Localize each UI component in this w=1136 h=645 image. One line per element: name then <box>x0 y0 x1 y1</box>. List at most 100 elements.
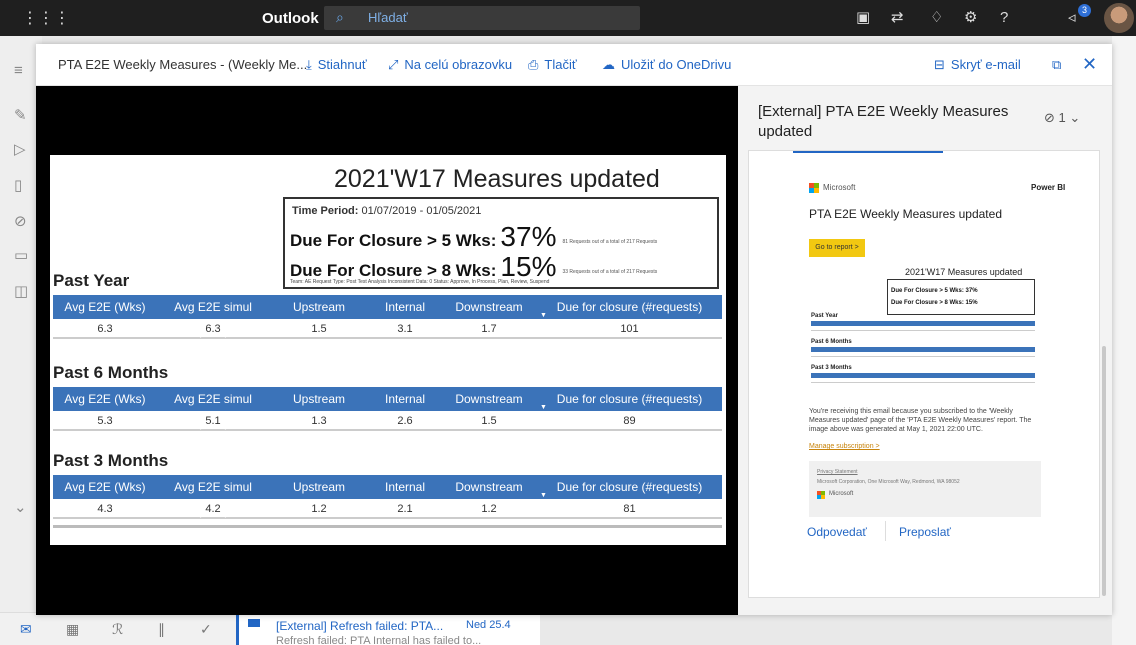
selection-bar <box>236 613 239 645</box>
header-upstream: Upstream <box>292 480 345 494</box>
cell: 1.5 <box>311 323 327 335</box>
report-title: 2021'W17 Measures updated <box>334 165 660 193</box>
cell: 2.6 <box>397 415 413 427</box>
report-image: 2021'W17 Measures updated Time Period: 0… <box>50 155 726 545</box>
thumb-header-bar <box>811 347 1035 352</box>
app-launcher-icon[interactable]: ⋮⋮⋮ <box>22 11 70 27</box>
attachment-number: 1 <box>1058 110 1066 125</box>
save-onedrive-label: Uložiť do OneDrivu <box>621 57 732 72</box>
cell: 2.1 <box>397 503 413 515</box>
cell: 6.3 <box>205 323 221 335</box>
search-icon: ⌕ <box>336 9 344 25</box>
company-address: Microsoft Corporation, One Microsoft Way… <box>817 479 960 485</box>
reply-button[interactable]: Odpovedať <box>807 525 867 539</box>
time-period: Time Period: 01/07/2019 - 01/05/2021 <box>292 205 481 217</box>
report-thumbnail[interactable]: 2021'W17 Measures updated Due For Closur… <box>809 267 1037 395</box>
scrollbar[interactable] <box>1102 346 1106 596</box>
header-internal: Internal <box>384 392 426 406</box>
download-button[interactable]: ⤓ Stiahnuť <box>306 57 367 73</box>
cell: 101 <box>620 323 639 335</box>
section-title: Past Year <box>53 271 130 290</box>
header-downstream: Downstream <box>455 392 523 406</box>
attachment-preview-modal: PTA E2E Weekly Measures - (Weekly Me... … <box>36 44 1112 615</box>
email-body-text: You're receiving this email because you … <box>809 408 1032 433</box>
hide-email-label: Skryť e-mail <box>950 57 1021 72</box>
download-label: Stiahnuť <box>317 57 367 72</box>
modal-toolbar: PTA E2E Weekly Measures - (Weekly Me... … <box>36 44 1112 86</box>
header-internal: Internal <box>384 480 426 494</box>
printer-icon: ⎙ <box>528 57 539 72</box>
avatar[interactable] <box>1104 3 1134 33</box>
pencil-icon[interactable]: ✎ <box>14 106 27 124</box>
thumbnail-summary: Due For Closure > 5 Wks: 37% Due For Clo… <box>887 279 1035 315</box>
summary-box: Time Period: 01/07/2019 - 01/05/2021 Due… <box>283 197 719 289</box>
go-to-report-button[interactable]: Go to report > <box>809 239 865 257</box>
chevron-down-icon[interactable]: ⌄ <box>14 498 27 516</box>
people-icon[interactable]: ℛ <box>112 621 123 638</box>
calendar-icon[interactable]: ▦ <box>66 621 79 638</box>
todo-icon[interactable]: ✓ <box>200 621 212 638</box>
hide-email-button[interactable]: ⊟ Skryť e-mail <box>934 57 1021 73</box>
privacy-link[interactable]: Privacy Statement <box>817 469 858 475</box>
header-due-for-closure: Due for closure (#requests) ▼ <box>537 475 722 499</box>
table-row: 6.3 6.3 1.5 3.1 1.7 101 <box>53 319 722 339</box>
header-avg-e2e: Avg E2E (Wks) <box>64 480 146 494</box>
file-title: PTA E2E Weekly Measures - (Weekly Me... <box>58 57 308 72</box>
forward-button[interactable]: Preposlať <box>899 525 951 539</box>
header-avg-e2e-simul: Avg E2E simul (Wks) <box>174 392 252 430</box>
due5-note: 81 Requests out of a total of 217 Reques… <box>562 238 658 245</box>
message-list-item[interactable]: [External] Refresh failed: PTA... Ned 25… <box>236 612 540 645</box>
cell: 1.3 <box>311 415 327 427</box>
bell-icon[interactable]: ♢ <box>930 9 943 27</box>
search-placeholder: Hľadať <box>368 10 408 25</box>
microsoft-logo-icon <box>809 183 819 193</box>
cell: 89 <box>623 415 636 427</box>
print-button[interactable]: ⎙ Tlačiť <box>528 57 577 73</box>
help-icon[interactable]: ? <box>1000 9 1008 27</box>
close-icon[interactable]: ✕ <box>1082 54 1097 75</box>
header-due-for-closure: Due for closure (#requests) ▼ <box>537 295 722 319</box>
cell: 4.2 <box>205 503 221 515</box>
save-onedrive-button[interactable]: ☁ Uložiť do OneDrivu <box>602 57 731 73</box>
section-title: Past 6 Months <box>53 363 169 382</box>
thumb-header-bar <box>811 321 1035 326</box>
message-subject: [External] Refresh failed: PTA... <box>276 619 444 633</box>
header-downstream: Downstream <box>455 300 523 314</box>
fullscreen-button[interactable]: ⤢ Na celú obrazovku <box>388 57 512 73</box>
block-icon[interactable]: ⊘ <box>14 212 27 230</box>
measures-table: Avg E2E (Wks) Avg E2E simul (Wks) Upstre… <box>53 295 722 339</box>
mail-icon[interactable]: ✉ <box>20 621 32 638</box>
megaphone-icon[interactable]: ◃ <box>1068 9 1076 27</box>
thumb-due5: Due For Closure > 5 Wks: 37% <box>891 288 978 294</box>
microsoft-logo-icon <box>817 491 825 499</box>
app-name[interactable]: Outlook <box>262 10 319 27</box>
trash-icon[interactable]: ▯ <box>14 176 22 194</box>
feedback-icon[interactable]: ⇄ <box>891 9 904 27</box>
table-row: 5.3 5.1 1.3 2.6 1.5 89 <box>53 411 722 431</box>
attachment-count[interactable]: ⊘ 1 ⌄ <box>1044 110 1080 126</box>
email-pane: [External] PTA E2E Weekly Measures updat… <box>738 86 1112 615</box>
email-body-card: Microsoft Power BI PTA E2E Weekly Measur… <box>748 150 1100 598</box>
archive-icon[interactable]: ▭ <box>14 246 28 264</box>
popout-icon[interactable]: ⧉ <box>1052 57 1061 73</box>
thumb-row <box>811 379 1035 383</box>
gear-icon[interactable]: ⚙ <box>964 9 977 27</box>
measures-table: Avg E2E (Wks) Avg E2E simul (Wks) Upstre… <box>53 387 722 431</box>
send-icon[interactable]: ▷ <box>14 140 26 158</box>
header-avg-e2e-simul: Avg E2E simul (Wks) <box>174 300 252 338</box>
paperclip-icon[interactable]: ∥ <box>158 621 165 638</box>
header-due-label: Due for closure (#requests) <box>556 300 703 314</box>
menu-icon[interactable]: ≡ <box>14 62 23 79</box>
print-label: Tlačiť <box>544 57 577 72</box>
notification-badge: 3 <box>1078 4 1091 17</box>
powerbi-label: Power BI <box>1031 183 1066 192</box>
search-box[interactable]: ⌕ Hľadať <box>324 6 640 30</box>
header-due-label: Due for closure (#requests) <box>556 480 703 494</box>
period-value: 01/07/2019 - 01/05/2021 <box>361 205 482 217</box>
note-icon[interactable]: ◫ <box>14 282 28 300</box>
right-background <box>1112 36 1136 645</box>
teams-icon[interactable]: ▣ <box>856 9 870 27</box>
table-header: Avg E2E (Wks) Avg E2E simul (Wks) Upstre… <box>53 387 722 430</box>
manage-subscription-link[interactable]: Manage subscription > <box>809 443 880 450</box>
due5-label: Due For Closure > 5 Wks: <box>290 231 497 250</box>
